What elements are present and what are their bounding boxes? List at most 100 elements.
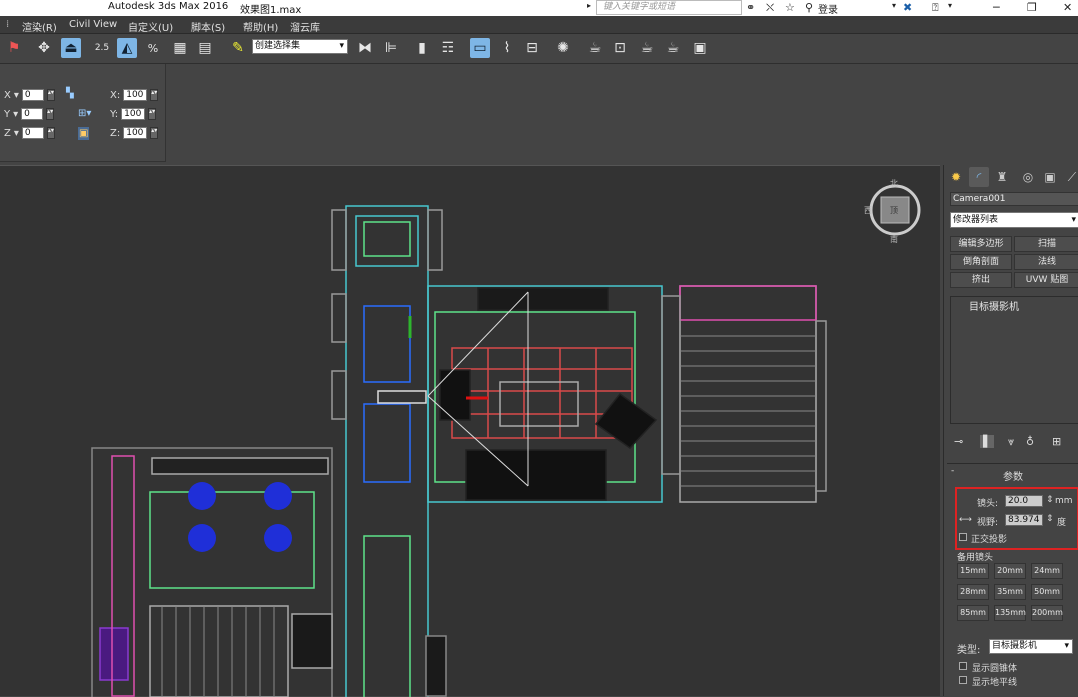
search-expand-icon[interactable]: ▸: [587, 1, 591, 10]
binoculars-icon[interactable]: ⚭: [746, 1, 755, 14]
modify-tab-icon[interactable]: ◜: [969, 167, 989, 187]
rollout-collapse-icon[interactable]: -: [951, 466, 954, 476]
menu-liuyun[interactable]: 溜云库: [290, 19, 320, 34]
render-frame-icon[interactable]: ⊡: [610, 38, 630, 58]
stock-lens-35mm[interactable]: 35mm: [994, 584, 1026, 600]
x-spinner[interactable]: ▴▾: [46, 89, 55, 101]
subscription-icon[interactable]: ⛌: [766, 1, 774, 15]
lens-spinner[interactable]: ⇕: [1046, 495, 1054, 505]
lens-field[interactable]: 20.0: [1005, 495, 1043, 507]
layer-manager-icon[interactable]: ▮: [412, 38, 432, 58]
corridor-blue-panel-2[interactable]: [363, 403, 411, 483]
stock-lens-135mm[interactable]: 135mm: [994, 605, 1026, 621]
select-link-icon[interactable]: ⚑: [4, 38, 24, 58]
y-position-field[interactable]: 0: [21, 108, 44, 120]
z-position-field[interactable]: 0: [21, 127, 44, 139]
corridor-wireframe[interactable]: [345, 205, 429, 697]
axis-dropdown-icon[interactable]: ▾: [13, 109, 18, 120]
floor-plan-wireframe[interactable]: 北 南 西 顶: [0, 166, 940, 697]
top-viewport[interactable]: 北 南 西 顶: [0, 165, 940, 697]
modifier-button-sweep[interactable]: 扫描: [1014, 236, 1078, 252]
abc-selection-icon[interactable]: ✎: [228, 38, 248, 58]
curve-editor-icon[interactable]: ⌇: [497, 38, 517, 58]
axis-dropdown-icon[interactable]: ▾: [14, 128, 19, 139]
right-room-outer[interactable]: [679, 285, 817, 503]
help-dropdown-icon[interactable]: ▾: [948, 1, 952, 10]
make-unique-icon[interactable]: ⩔: [1008, 435, 1014, 449]
stock-lens-50mm[interactable]: 50mm: [1031, 584, 1063, 600]
render-iterative-icon[interactable]: ▣: [690, 38, 710, 58]
restore-icon[interactable]: ❐: [1027, 1, 1037, 14]
menu-civil-view[interactable]: Civil View: [69, 19, 117, 30]
snap-toggle-icon[interactable]: 2.5: [90, 38, 114, 58]
help-icon[interactable]: ⍰: [932, 1, 939, 15]
corridor-top-box[interactable]: [355, 215, 419, 267]
z-spinner[interactable]: ▴▾: [46, 127, 55, 139]
render-icon[interactable]: ☕: [637, 38, 657, 58]
modifier-button-extrude[interactable]: 挤出: [950, 272, 1012, 288]
render-setup-icon[interactable]: ☕: [585, 38, 605, 58]
modifier-stack[interactable]: 目标摄影机: [950, 296, 1078, 424]
modifier-list-dropdown[interactable]: 修改器列表: [950, 212, 1078, 228]
y-scale-spinner[interactable]: ▴▾: [148, 108, 157, 120]
axis-dropdown-icon[interactable]: ▾: [14, 90, 19, 101]
object-name-field[interactable]: Camera001: [950, 192, 1078, 206]
mirror-icon[interactable]: ⧓: [355, 38, 375, 58]
modifier-button-edit-poly[interactable]: 编辑多边形: [950, 236, 1012, 252]
stack-item-target-camera[interactable]: 目标摄影机: [951, 297, 1078, 313]
motion-tab-icon[interactable]: ◎: [1018, 167, 1038, 187]
fov-field[interactable]: 83.974: [1005, 514, 1043, 526]
exchange-x-icon[interactable]: ✖: [903, 1, 912, 14]
user-icon[interactable]: ⚲: [805, 1, 813, 14]
cabinet-block[interactable]: [477, 287, 609, 311]
x-position-field[interactable]: 0: [21, 89, 44, 101]
z-scale-field[interactable]: 100: [123, 127, 148, 139]
corridor-green-panel[interactable]: [363, 535, 411, 697]
close-icon[interactable]: ✕: [1063, 1, 1072, 14]
remove-modifier-icon[interactable]: ♁: [1026, 435, 1034, 448]
sofa-block[interactable]: [465, 449, 607, 501]
stock-lens-20mm[interactable]: 20mm: [994, 563, 1026, 579]
pin-stack-icon[interactable]: ⊸: [954, 435, 963, 448]
stock-lens-24mm[interactable]: 24mm: [1031, 563, 1063, 579]
schematic-view-icon[interactable]: ⊟: [522, 38, 542, 58]
stock-lens-200mm[interactable]: 200mm: [1031, 605, 1063, 621]
show-cone-checkbox[interactable]: [959, 662, 967, 670]
show-horizon-checkbox[interactable]: [959, 676, 967, 684]
camera-icon[interactable]: [377, 390, 427, 404]
create-tab-icon[interactable]: ✹: [946, 167, 966, 187]
corridor-top-green[interactable]: [363, 221, 411, 257]
render-active-icon[interactable]: ☕: [663, 38, 683, 58]
bed-outline[interactable]: [499, 381, 579, 427]
chair-block[interactable]: [439, 369, 471, 421]
login-link[interactable]: 登录: [818, 1, 838, 16]
ribbon-toggle-icon[interactable]: ▭: [470, 38, 490, 58]
spinner-snap-icon[interactable]: ▦: [170, 38, 190, 58]
stock-lens-15mm[interactable]: 15mm: [957, 563, 989, 579]
armchair-block[interactable]: [594, 392, 658, 449]
y-spinner[interactable]: ▴▾: [46, 108, 55, 120]
configure-sets-icon[interactable]: ⊞: [1052, 435, 1061, 448]
angle-snap-icon[interactable]: ◭: [117, 38, 137, 58]
menu-customize[interactable]: 自定义(U): [128, 19, 173, 34]
x-scale-field[interactable]: 100: [123, 89, 148, 101]
search-input[interactable]: 键入关键字或短语: [596, 0, 742, 15]
camera-type-dropdown[interactable]: 目标摄影机: [989, 639, 1073, 654]
named-selection-dropdown[interactable]: 创建选择集: [252, 39, 348, 54]
purple-cabinet[interactable]: [99, 627, 129, 681]
z-scale-spinner[interactable]: ▴▾: [150, 127, 159, 139]
transform-mode-icon[interactable]: ▚: [66, 88, 74, 99]
display-tab-icon[interactable]: ▣: [1040, 167, 1060, 187]
uniform-scale-icon[interactable]: ⊞▾: [78, 108, 91, 119]
minimize-icon[interactable]: ─: [993, 1, 1000, 14]
rotate-select-icon[interactable]: ⏏: [61, 38, 81, 58]
corridor-blue-panel-1[interactable]: [363, 305, 411, 383]
fov-spinner[interactable]: ⇕: [1046, 514, 1054, 524]
edit-named-selection-icon[interactable]: ▤: [195, 38, 215, 58]
y-scale-field[interactable]: 100: [121, 108, 146, 120]
ortho-checkbox[interactable]: [959, 533, 967, 541]
stock-lens-85mm[interactable]: 85mm: [957, 605, 989, 621]
menu-help[interactable]: 帮助(H): [243, 19, 278, 34]
modifier-button-normal[interactable]: 法线: [1014, 254, 1078, 270]
favorites-star-icon[interactable]: ☆: [785, 1, 795, 14]
